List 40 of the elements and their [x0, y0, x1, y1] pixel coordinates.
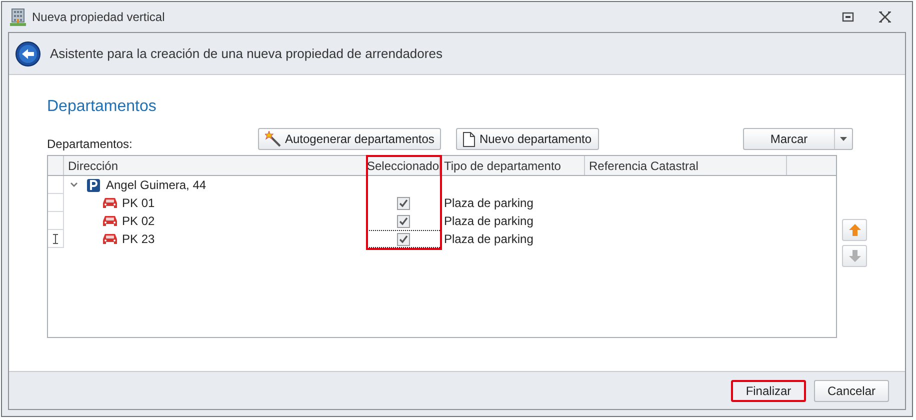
department-type-text: Plaza de parking: [444, 231, 534, 248]
column-header[interactable]: Referencia Catastral: [585, 156, 787, 175]
checkbox[interactable]: [397, 232, 410, 246]
column-header[interactable]: Tipo de departamento: [440, 156, 585, 175]
window-title: Nueva propiedad vertical: [32, 9, 165, 26]
magic-wand-icon: [265, 131, 281, 147]
down-arrow-icon: [846, 248, 862, 264]
department-type-text: Plaza de parking: [444, 195, 534, 212]
dialog-button[interactable]: Cancelar: [814, 380, 889, 402]
car-icon: [102, 197, 118, 209]
dropdown-arrow-icon[interactable]: [840, 137, 847, 141]
page-icon: [463, 132, 476, 146]
checkbox[interactable]: [397, 214, 410, 228]
car-icon: [102, 215, 118, 227]
row-indicator[interactable]: [48, 230, 64, 248]
close-icon[interactable]: [878, 11, 892, 23]
parking-sign-icon: [87, 178, 100, 192]
mark-split-button[interactable]: Marcar: [743, 128, 853, 150]
text-cursor-icon: [53, 234, 58, 244]
dialog-button[interactable]: Finalizar: [731, 380, 806, 402]
toolbar-button[interactable]: Nuevo departamento: [456, 128, 599, 150]
address-text: PK 01: [122, 195, 155, 212]
building-icon: [10, 8, 26, 26]
collapse-chevron-icon[interactable]: [70, 182, 78, 188]
header-text: Asistente para la creación de una nueva propiedad de arrendadores: [50, 44, 442, 63]
address-text: PK 02: [122, 213, 155, 230]
toolbar-button[interactable]: Autogenerar departamentos: [258, 128, 442, 150]
department-type-text: Plaza de parking: [444, 213, 534, 230]
restore-icon[interactable]: [842, 12, 854, 22]
mark-button[interactable]: Marcar: [744, 129, 835, 149]
address-text: Angel Guimera, 44: [106, 177, 206, 194]
up-arrow-icon: [846, 222, 862, 238]
back-icon[interactable]: [15, 40, 41, 66]
checkbox[interactable]: [397, 196, 410, 210]
address-text: PK 23: [122, 231, 155, 248]
car-icon: [102, 233, 118, 245]
section-title: Departamentos: [47, 97, 158, 117]
grid-label: Departamentos:: [47, 136, 134, 153]
column-header[interactable]: Seleccionado: [367, 156, 440, 175]
column-header[interactable]: Dirección: [64, 156, 367, 175]
